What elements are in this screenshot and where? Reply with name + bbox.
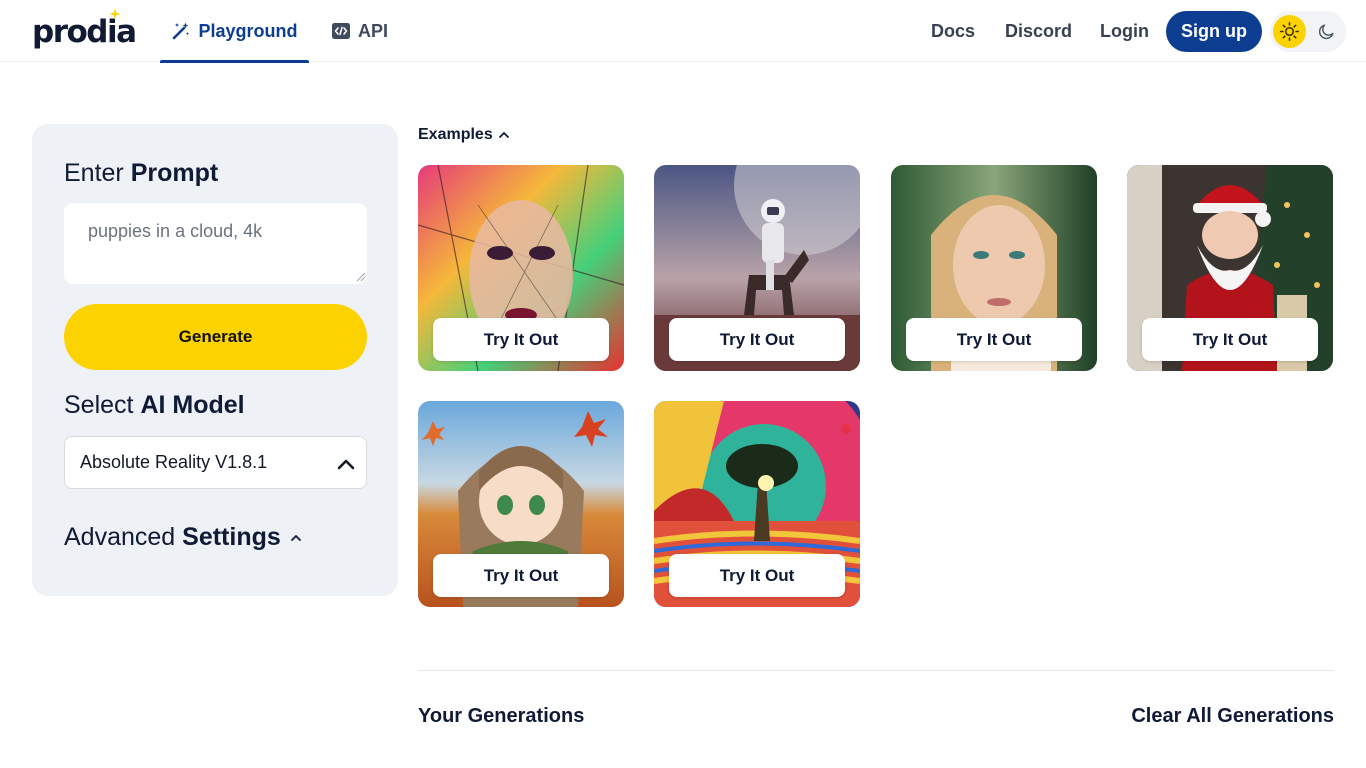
tab-playground-label: Playground [198, 20, 298, 41]
tab-api-label: API [358, 20, 389, 41]
your-generations-title: Your Generations [418, 705, 585, 727]
generate-button[interactable]: Generate [64, 304, 367, 370]
settings-heading-bold: Settings [182, 523, 281, 551]
magic-wand-icon [173, 22, 190, 40]
theme-toggle[interactable] [1270, 11, 1346, 52]
chevron-up-icon [290, 535, 301, 541]
prompt-input[interactable] [64, 203, 367, 284]
examples-toggle[interactable]: Examples [418, 124, 510, 146]
prompt-heading-bold: Prompt [130, 159, 219, 187]
try-it-out-button[interactable]: Try It Out [669, 554, 845, 597]
prompt-heading-light: Enter [64, 159, 124, 187]
try-it-out-button[interactable]: Try It Out [1142, 318, 1318, 361]
example-card[interactable]: Try It Out [891, 165, 1097, 371]
sign-up-button[interactable]: Sign up [1166, 11, 1262, 52]
resize-handle-icon[interactable] [356, 272, 366, 282]
model-select[interactable]: Absolute Reality V1.8.1 [64, 436, 367, 489]
section-divider [418, 670, 1334, 671]
top-navbar: prodia Playground API Docs Discord Login… [0, 0, 1366, 63]
tab-playground[interactable]: Playground [160, 0, 309, 63]
tab-api[interactable]: API [331, 0, 388, 62]
prompt-panel: Enter Prompt Generate Select AI Model Ab… [32, 124, 398, 596]
clear-all-generations-button[interactable]: Clear All Generations [1131, 705, 1334, 728]
try-it-out-button[interactable]: Try It Out [433, 318, 609, 361]
login-link[interactable]: Login [1100, 0, 1149, 62]
example-card[interactable]: Try It Out [1127, 165, 1333, 371]
model-heading: Select AI Model [64, 390, 245, 420]
moon-icon[interactable] [1317, 22, 1336, 41]
discord-link[interactable]: Discord [1005, 0, 1072, 62]
model-select-value: Absolute Reality V1.8.1 [80, 452, 268, 472]
advanced-settings-toggle[interactable]: Advanced Settings [64, 522, 302, 552]
try-it-out-button[interactable]: Try It Out [669, 318, 845, 361]
example-card[interactable]: Try It Out [654, 401, 860, 607]
try-it-out-button[interactable]: Try It Out [906, 318, 1082, 361]
model-heading-bold: AI Model [140, 391, 245, 419]
examples-label: Examples [418, 126, 493, 143]
model-heading-light: Select [64, 391, 134, 419]
chevron-up-icon [498, 132, 509, 138]
sparkle-icon [109, 8, 121, 20]
light-mode-button[interactable] [1273, 15, 1306, 48]
example-card[interactable]: Try It Out [418, 401, 624, 607]
code-icon [332, 23, 350, 39]
active-tab-indicator [160, 60, 309, 63]
prodia-logo[interactable]: prodia [32, 8, 137, 50]
example-card[interactable]: Try It Out [418, 165, 624, 371]
docs-link[interactable]: Docs [931, 0, 975, 62]
sun-icon [1279, 21, 1300, 42]
chevron-up-icon [337, 459, 355, 470]
settings-heading-light: Advanced [64, 523, 176, 551]
prompt-heading: Enter Prompt [64, 158, 218, 188]
try-it-out-button[interactable]: Try It Out [433, 554, 609, 597]
example-card[interactable]: Try It Out [654, 165, 860, 371]
